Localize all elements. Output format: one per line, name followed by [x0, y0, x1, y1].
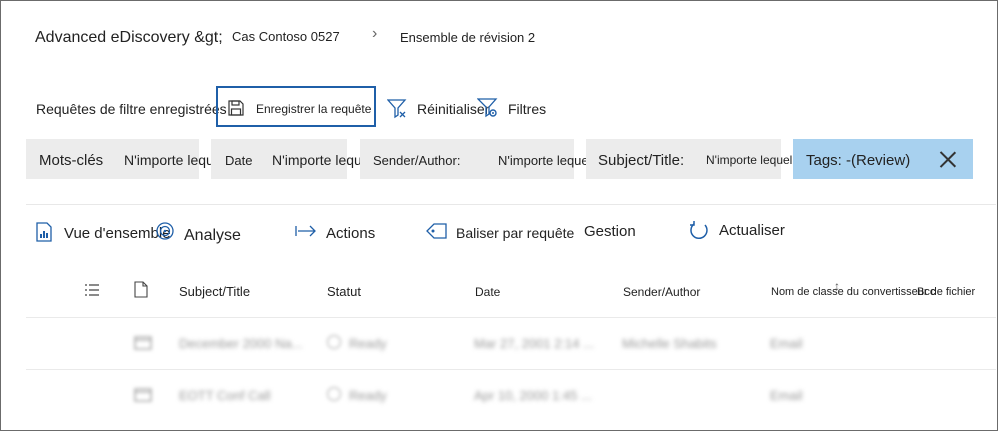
column-header-subject[interactable]: Subject/Title: [179, 284, 250, 299]
refresh-button[interactable]: Actualiser: [719, 222, 785, 239]
section-divider: [26, 204, 996, 205]
filters-button[interactable]: Filtres: [508, 101, 546, 117]
row-date: Mar 27, 2001 2:14 ...: [474, 336, 594, 351]
overview-icon: [36, 222, 52, 242]
subject-filter-chip[interactable]: Subject/Title: N'importe lequel: [586, 139, 792, 179]
subject-chip-value: N'importe lequel: [706, 153, 793, 167]
row-class: Email: [770, 336, 803, 351]
subject-chip-label: Subject/Title:: [598, 152, 685, 169]
save-query-label: Enregistrer la requête: [256, 102, 372, 116]
analysis-button[interactable]: Analyse: [184, 227, 241, 245]
column-header-extra[interactable]: Bcc: [917, 286, 935, 298]
column-header-date[interactable]: Date: [475, 285, 500, 299]
table-row[interactable]: December 2000 Na... Ready Mar 27, 2001 2…: [26, 318, 996, 368]
column-header-status[interactable]: Statut: [327, 284, 361, 299]
keywords-filter-chip[interactable]: Mots-clés N'importe lequel: [26, 139, 225, 179]
column-options-icon[interactable]: [84, 283, 100, 297]
keywords-chip-label: Mots-clés: [39, 152, 104, 169]
review-set-window: Advanced eDiscovery &gt; Cas Contoso 052…: [0, 0, 998, 431]
breadcrumb-chevron-icon: ›: [372, 25, 378, 42]
column-header-sender[interactable]: Sender/Author: [623, 285, 700, 299]
close-icon[interactable]: [939, 150, 957, 168]
date-filter-chip[interactable]: Date N'importe lequel: [211, 139, 373, 179]
sender-chip-label: Sender/Author:: [373, 153, 461, 168]
manage-button[interactable]: Gestion: [584, 223, 636, 240]
row-subject: EOTT Conf Call: [179, 388, 271, 403]
status-circle-icon: [327, 335, 341, 349]
email-icon: [134, 336, 152, 350]
actions-button[interactable]: Actions: [326, 225, 375, 242]
column-header-class-name[interactable]: Nom de classe du convertisseur de fichie…: [771, 286, 975, 298]
table-row[interactable]: EOTT Conf Call Ready Apr 10, 2000 1:45 .…: [26, 370, 996, 420]
analytics-icon: [156, 222, 174, 240]
sender-chip-value: N'importe lequel: [498, 153, 592, 168]
breadcrumb-root[interactable]: Advanced eDiscovery &gt;: [35, 29, 223, 47]
refresh-icon: [690, 221, 708, 240]
tag-icon: [426, 223, 447, 239]
row-sender: Michelle Shabits: [622, 336, 717, 351]
filter-reset-icon[interactable]: [387, 98, 409, 120]
breadcrumb-current: Ensemble de révision 2: [400, 30, 536, 45]
email-icon: [134, 388, 152, 402]
saved-filter-queries-dropdown[interactable]: Requêtes de filtre enregistrées: [36, 101, 227, 117]
arrow-right-icon: [295, 225, 316, 237]
row-class: Email: [770, 388, 803, 403]
row-status: Ready: [349, 388, 387, 403]
row-status: Ready: [349, 336, 387, 351]
breadcrumb-case[interactable]: Cas Contoso 0527: [232, 29, 340, 44]
tag-by-query-button[interactable]: Baliser par requête: [456, 225, 574, 241]
date-chip-value: N'importe lequel: [272, 152, 373, 168]
row-subject: December 2000 Na...: [179, 336, 303, 351]
status-circle-icon: [327, 387, 341, 401]
date-chip-label: Date: [225, 153, 253, 168]
row-date: Apr 10, 2000 1:45 ...: [474, 388, 592, 403]
sender-filter-chip[interactable]: Sender/Author: N'importe lequel: [360, 139, 592, 179]
file-type-icon: [134, 281, 148, 298]
keywords-chip-value: N'importe lequel: [124, 152, 225, 168]
tags-chip-label: Tags: -(Review): [806, 152, 911, 169]
save-query-button[interactable]: Enregistrer la requête: [216, 86, 376, 127]
filter-settings-icon[interactable]: [477, 97, 501, 119]
sort-icon[interactable]: ↕: [834, 279, 840, 293]
save-icon: [228, 100, 244, 116]
tags-filter-chip[interactable]: Tags: -(Review): [793, 139, 973, 179]
